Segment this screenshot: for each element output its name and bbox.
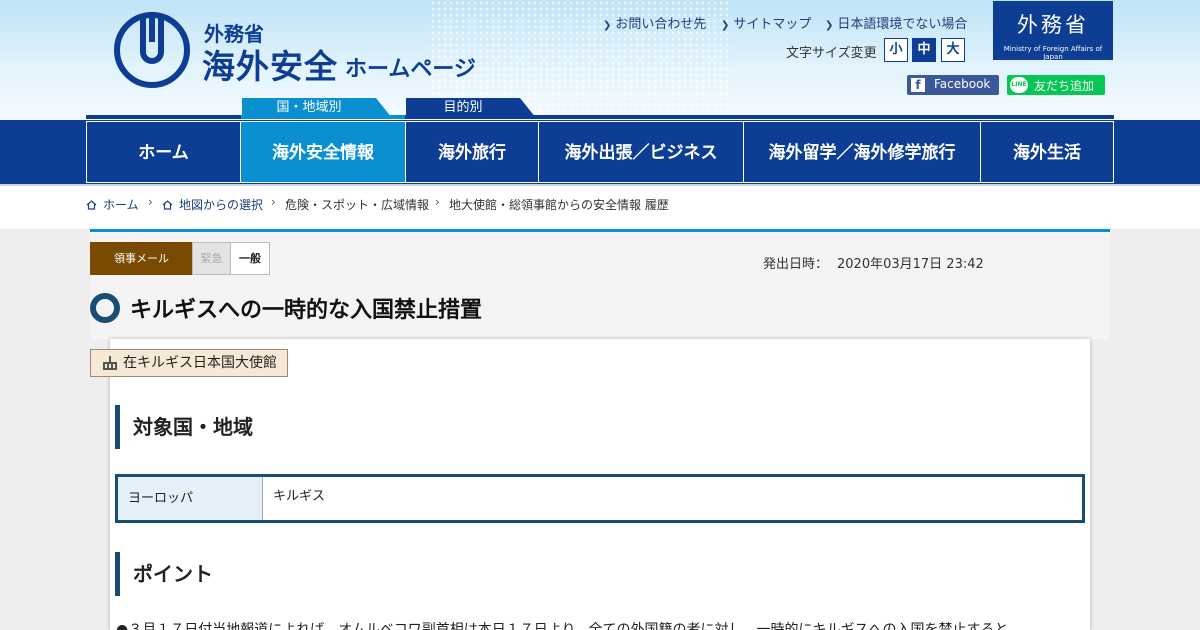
region-table: ヨーロッパ キルギス	[115, 474, 1085, 523]
issue-date-label: 発出日時：	[763, 257, 829, 272]
font-size-label: 文字サイズ変更	[786, 46, 877, 61]
facebook-button[interactable]: f Facebook	[907, 75, 999, 95]
nav-divider-active	[241, 115, 405, 119]
font-size-large-button[interactable]: 大	[941, 38, 965, 62]
embassy-name: 在キルギス日本国大使館	[123, 355, 277, 371]
nav-study-abroad[interactable]: 海外留学／海外修学旅行	[743, 121, 981, 183]
font-size-medium-button[interactable]: 中	[912, 38, 936, 62]
logo-title-text[interactable]: 海外安全	[202, 40, 338, 88]
breadcrumb-current: 地大使館・総領事館からの安全情報 履歴	[449, 198, 669, 212]
chevron-right-icon: ❯	[825, 20, 834, 31]
issue-date-value: 2020年03月17日 23:42	[837, 257, 984, 272]
section-heading-target-region: 対象国・地域	[115, 405, 515, 449]
embassy-tag: 在キルギス日本国大使館	[90, 349, 288, 377]
mofa-logo-icon[interactable]	[114, 12, 190, 88]
mofa-banner-jp: 外務省	[1017, 13, 1089, 37]
nav-overseas-travel[interactable]: 海外旅行	[405, 121, 539, 183]
breadcrumb-separator: ›	[435, 195, 440, 209]
chevron-right-icon: ❯	[603, 20, 612, 31]
title-circle-icon	[90, 293, 120, 323]
home-icon	[86, 200, 97, 210]
general-badge: 一般	[230, 242, 270, 275]
breadcrumb-separator: ›	[271, 195, 276, 209]
building-icon	[103, 356, 117, 370]
section-heading-points: ポイント	[115, 552, 515, 596]
contact-link[interactable]: ❯ お問い合わせ先	[603, 13, 706, 32]
consular-mail-badge: 領事メール	[90, 242, 193, 275]
line-icon: LINE	[1010, 77, 1028, 93]
region-cell: ヨーロッパ	[118, 477, 263, 520]
page-title: キルギスへの一時的な入国禁止措置	[130, 298, 483, 323]
facebook-icon: f	[911, 78, 925, 92]
home-icon	[162, 200, 173, 210]
mofa-banner-en: Ministry of Foreign Affairs of Japan	[1003, 45, 1103, 61]
logo-subtitle-text[interactable]: ホームページ	[345, 51, 476, 83]
font-size-small-button[interactable]: 小	[884, 38, 908, 62]
non-japanese-link[interactable]: ❯ 日本語環境でない場合	[825, 13, 967, 32]
urgent-badge: 緊急	[192, 242, 231, 275]
breadcrumb-home[interactable]: ホーム	[86, 196, 139, 213]
country-cell: キルギス	[273, 489, 326, 504]
mofa-banner[interactable]: 外務省 Ministry of Foreign Affairs of Japan	[993, 1, 1113, 61]
sitemap-link[interactable]: ❯ サイトマップ	[721, 13, 811, 32]
line-add-friend-button[interactable]: LINE 友だち追加	[1007, 75, 1105, 95]
nav-home[interactable]: ホーム	[86, 121, 241, 183]
breadcrumb-spot-info[interactable]: 危険・スポット・広域情報	[285, 196, 429, 213]
breadcrumb-map-select[interactable]: 地図からの選択	[162, 196, 263, 213]
article-paragraph: ●３月１７日付当地報道によれば，オムルベコワ副首相は本日１７日より，全ての外国籍…	[116, 622, 1009, 630]
nav-business-trip[interactable]: 海外出張／ビジネス	[538, 121, 744, 183]
nav-living-abroad[interactable]: 海外生活	[980, 121, 1114, 183]
nav-overseas-safety[interactable]: 海外安全情報	[240, 121, 406, 183]
chevron-right-icon: ❯	[721, 20, 730, 31]
breadcrumb-separator: ›	[148, 195, 153, 209]
